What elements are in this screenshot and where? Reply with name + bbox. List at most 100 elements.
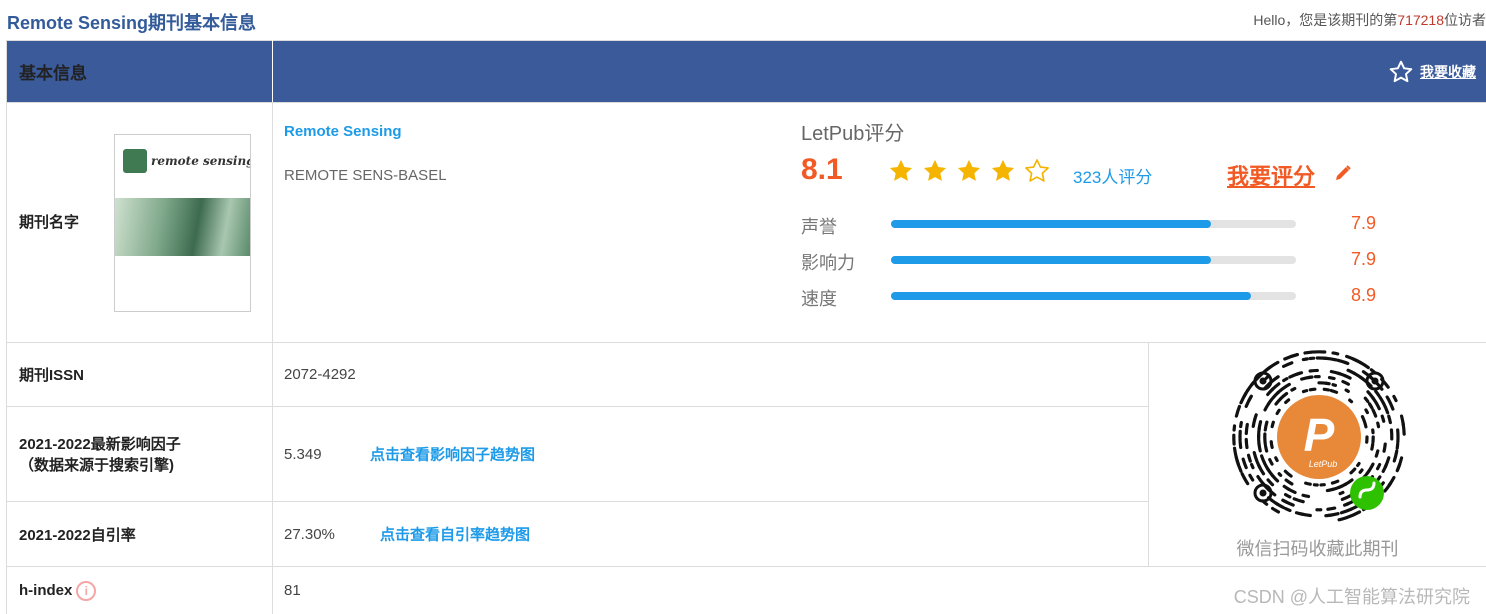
- qr-module: [1363, 421, 1368, 429]
- qr-module: [1331, 351, 1340, 356]
- rating-bar-row: 速度 8.9: [801, 285, 1421, 321]
- qr-module: [1268, 458, 1274, 466]
- qr-module: [1274, 456, 1279, 463]
- qr-module: [1284, 398, 1291, 405]
- qr-module: [1303, 350, 1313, 355]
- hindex-label-cell: h-index i: [6, 566, 273, 614]
- qr-module: [1241, 457, 1248, 470]
- rating-count-link[interactable]: 323人评分: [1073, 163, 1152, 188]
- favorite-button[interactable]: 我要收藏: [1388, 59, 1476, 85]
- rating-bar-label: 声誉: [801, 217, 837, 237]
- qr-module: [1308, 387, 1317, 392]
- qr-module: [1301, 389, 1309, 394]
- journal-full-name[interactable]: Remote Sensing: [284, 123, 402, 140]
- rating-score: 8.1: [801, 153, 843, 186]
- qr-module: [1244, 422, 1249, 436]
- journal-info-table: 基本信息 我要收藏 期刊名字 remote sensing Remote Sen…: [6, 40, 1486, 614]
- rating-bar-track: [891, 292, 1296, 300]
- self-citation-cell: 27.30% 点击查看自引率趋势图: [272, 501, 1149, 567]
- qr-module: [1370, 395, 1378, 405]
- qr-module: [1387, 414, 1392, 425]
- qr-module: [1357, 360, 1370, 370]
- qr-module: [1283, 469, 1293, 478]
- qr-finder-dot: [1259, 377, 1267, 385]
- wechat-miniprogram-icon: [1350, 476, 1384, 510]
- qr-module: [1263, 420, 1269, 432]
- self-citation-value: 27.30%: [284, 525, 335, 543]
- rating-score-line: 8.1 323人评分 我要评分: [801, 153, 1421, 193]
- qr-module: [1289, 353, 1299, 359]
- journal-abbreviation: REMOTE SENS-BASEL: [284, 167, 447, 184]
- qr-module: [1232, 446, 1239, 460]
- greeting-suffix: 位访者: [1444, 12, 1486, 28]
- rating-bar-value: 7.9: [1351, 249, 1377, 269]
- qr-module: [1239, 420, 1243, 429]
- qr-module: [1340, 493, 1353, 501]
- qr-module: [1383, 482, 1392, 493]
- impact-factor-cell: 5.349 点击查看影响因子趋势图: [272, 406, 1149, 502]
- qr-module: [1327, 375, 1336, 381]
- letpub-rating: LetPub评分 8.1 323人评分 我要评分 声誉 7.9 影响力 7.9 速度 8.…: [801, 117, 1421, 309]
- qr-module: [1365, 468, 1372, 476]
- qr-module: [1281, 382, 1291, 391]
- rating-bar-row: 声誉 7.9: [801, 213, 1421, 249]
- qr-module: [1275, 387, 1284, 395]
- info-icon[interactable]: i: [76, 580, 97, 601]
- qr-module: [1264, 463, 1271, 472]
- rating-bar-track: [891, 256, 1296, 264]
- qr-module: [1240, 472, 1246, 480]
- qr-module: [1339, 507, 1353, 515]
- impact-factor-trend-link[interactable]: 点击查看影响因子趋势图: [370, 444, 535, 465]
- rating-bar-fill: [891, 220, 1211, 228]
- qr-module: [1376, 421, 1381, 429]
- qr-caption: 微信扫码收藏此期刊: [1236, 539, 1399, 559]
- qr-module: [1301, 493, 1311, 499]
- qr-module: [1304, 481, 1312, 486]
- rating-bar-fill: [891, 256, 1211, 264]
- qr-module: [1343, 360, 1350, 366]
- qr-module: [1270, 506, 1281, 514]
- qr-module: [1367, 402, 1374, 410]
- qr-module: [1380, 414, 1386, 423]
- star-outline-icon: [1389, 60, 1413, 82]
- hindex-label: h-index: [19, 581, 73, 599]
- qr-module: [1281, 498, 1289, 504]
- star-filled-icon: [887, 157, 921, 187]
- qr-module: [1381, 462, 1389, 473]
- rate-journal-button[interactable]: 我要评分: [1227, 159, 1315, 191]
- journal-name-cell: 期刊名字 remote sensing: [6, 102, 273, 343]
- qr-module: [1343, 502, 1350, 507]
- qr-module: [1260, 454, 1267, 466]
- visitor-count: 717218: [1397, 12, 1444, 28]
- visitor-greeting: Hello，您是该期刊的第717218位访者: [1253, 10, 1486, 30]
- self-citation-label: 2021-2022自引率: [6, 501, 273, 567]
- qr-module: [1337, 515, 1349, 522]
- rating-bars: 声誉 7.9 影响力 7.9 速度 8.9: [801, 213, 1421, 321]
- qr-module: [1301, 357, 1309, 362]
- qr-module: [1292, 497, 1305, 504]
- rating-bar-row: 影响力 7.9: [801, 249, 1421, 285]
- self-citation-trend-link[interactable]: 点击查看自引率趋势图: [380, 524, 530, 545]
- qr-module: [1375, 475, 1382, 483]
- pencil-icon[interactable]: [1333, 163, 1353, 183]
- qr-module: [1270, 420, 1275, 429]
- star-filled-icon: [955, 157, 989, 187]
- rating-stars: [887, 157, 1057, 187]
- qr-module: [1282, 484, 1291, 491]
- section-title: 基本信息: [6, 40, 273, 103]
- rating-bar-label: 速度: [801, 289, 837, 309]
- qr-module: [1282, 377, 1289, 383]
- journal-name-row: 期刊名字 remote sensing Remote Sensing REMOT…: [6, 102, 1486, 343]
- qr-module: [1266, 397, 1274, 406]
- journal-cover-image: remote sensing: [114, 134, 251, 312]
- issn-value: 2072-4292: [272, 342, 1149, 407]
- qr-module: [1349, 467, 1357, 475]
- journal-detail-cell: Remote Sensing REMOTE SENS-BASEL LetPub评…: [272, 102, 1486, 343]
- star-empty-icon: [1023, 157, 1057, 187]
- qr-finder-dot: [1371, 377, 1379, 385]
- qr-module: [1269, 440, 1274, 450]
- qr-module: [1374, 389, 1381, 398]
- favorite-label: 我要收藏: [1420, 63, 1476, 80]
- qr-module: [1388, 401, 1395, 411]
- impact-factor-label-line2: （数据来源于搜索引擎): [19, 457, 174, 474]
